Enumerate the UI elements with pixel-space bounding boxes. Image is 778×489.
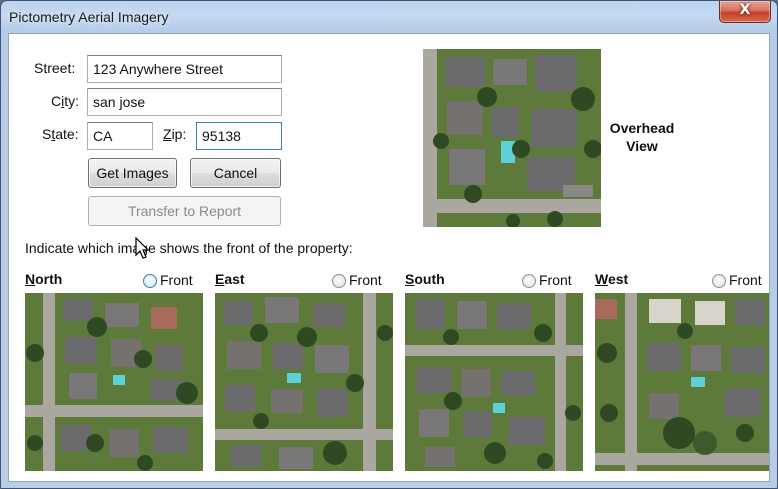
west-radio-circle[interactable] <box>712 274 726 288</box>
east-radio-circle[interactable] <box>332 274 346 288</box>
dialog-window: Pictometry Aerial Imagery X Street: City… <box>0 0 778 489</box>
overhead-view-label: Overhead View <box>609 120 675 154</box>
east-front-label: Front <box>349 272 382 288</box>
state-input[interactable] <box>87 122 153 150</box>
title-bar[interactable]: Pictometry Aerial Imagery X <box>1 1 777 34</box>
north-front-radio[interactable]: Front <box>143 272 203 290</box>
west-label: West <box>595 271 629 287</box>
north-front-label: Front <box>160 272 193 288</box>
south-label: South <box>405 271 445 287</box>
instruction-text: Indicate which image shows the front of … <box>25 240 353 256</box>
close-icon: X <box>739 2 751 18</box>
street-label: Street: <box>34 60 76 76</box>
west-image[interactable] <box>595 293 769 471</box>
transfer-to-report-button[interactable]: Transfer to Report <box>88 196 281 226</box>
city-input[interactable] <box>87 88 282 116</box>
west-front-label: Front <box>729 272 762 288</box>
city-label: City: <box>51 93 80 109</box>
zip-label: Zip: <box>163 126 187 142</box>
east-label: East <box>215 271 245 287</box>
north-radio-circle[interactable] <box>143 274 157 288</box>
get-images-button[interactable]: Get Images <box>88 158 177 188</box>
mouse-pointer-icon <box>135 237 150 259</box>
east-front-radio[interactable]: Front <box>332 272 392 290</box>
close-button[interactable]: X <box>719 1 771 23</box>
south-radio-circle[interactable] <box>522 274 536 288</box>
zip-input[interactable] <box>196 122 282 150</box>
overhead-view-image <box>423 49 601 227</box>
north-image[interactable] <box>25 293 203 471</box>
west-front-radio[interactable]: Front <box>712 272 768 290</box>
street-input[interactable] <box>87 55 282 83</box>
east-image[interactable] <box>215 293 393 471</box>
south-image[interactable] <box>405 293 583 471</box>
cancel-button[interactable]: Cancel <box>190 158 281 188</box>
north-label: North <box>25 271 63 287</box>
window-title: Pictometry Aerial Imagery <box>9 9 169 25</box>
south-front-radio[interactable]: Front <box>522 272 582 290</box>
south-front-label: Front <box>539 272 572 288</box>
state-label: State: <box>42 126 79 142</box>
dialog-body: Street: City: State: Zip: Get Images Can… <box>8 33 770 482</box>
